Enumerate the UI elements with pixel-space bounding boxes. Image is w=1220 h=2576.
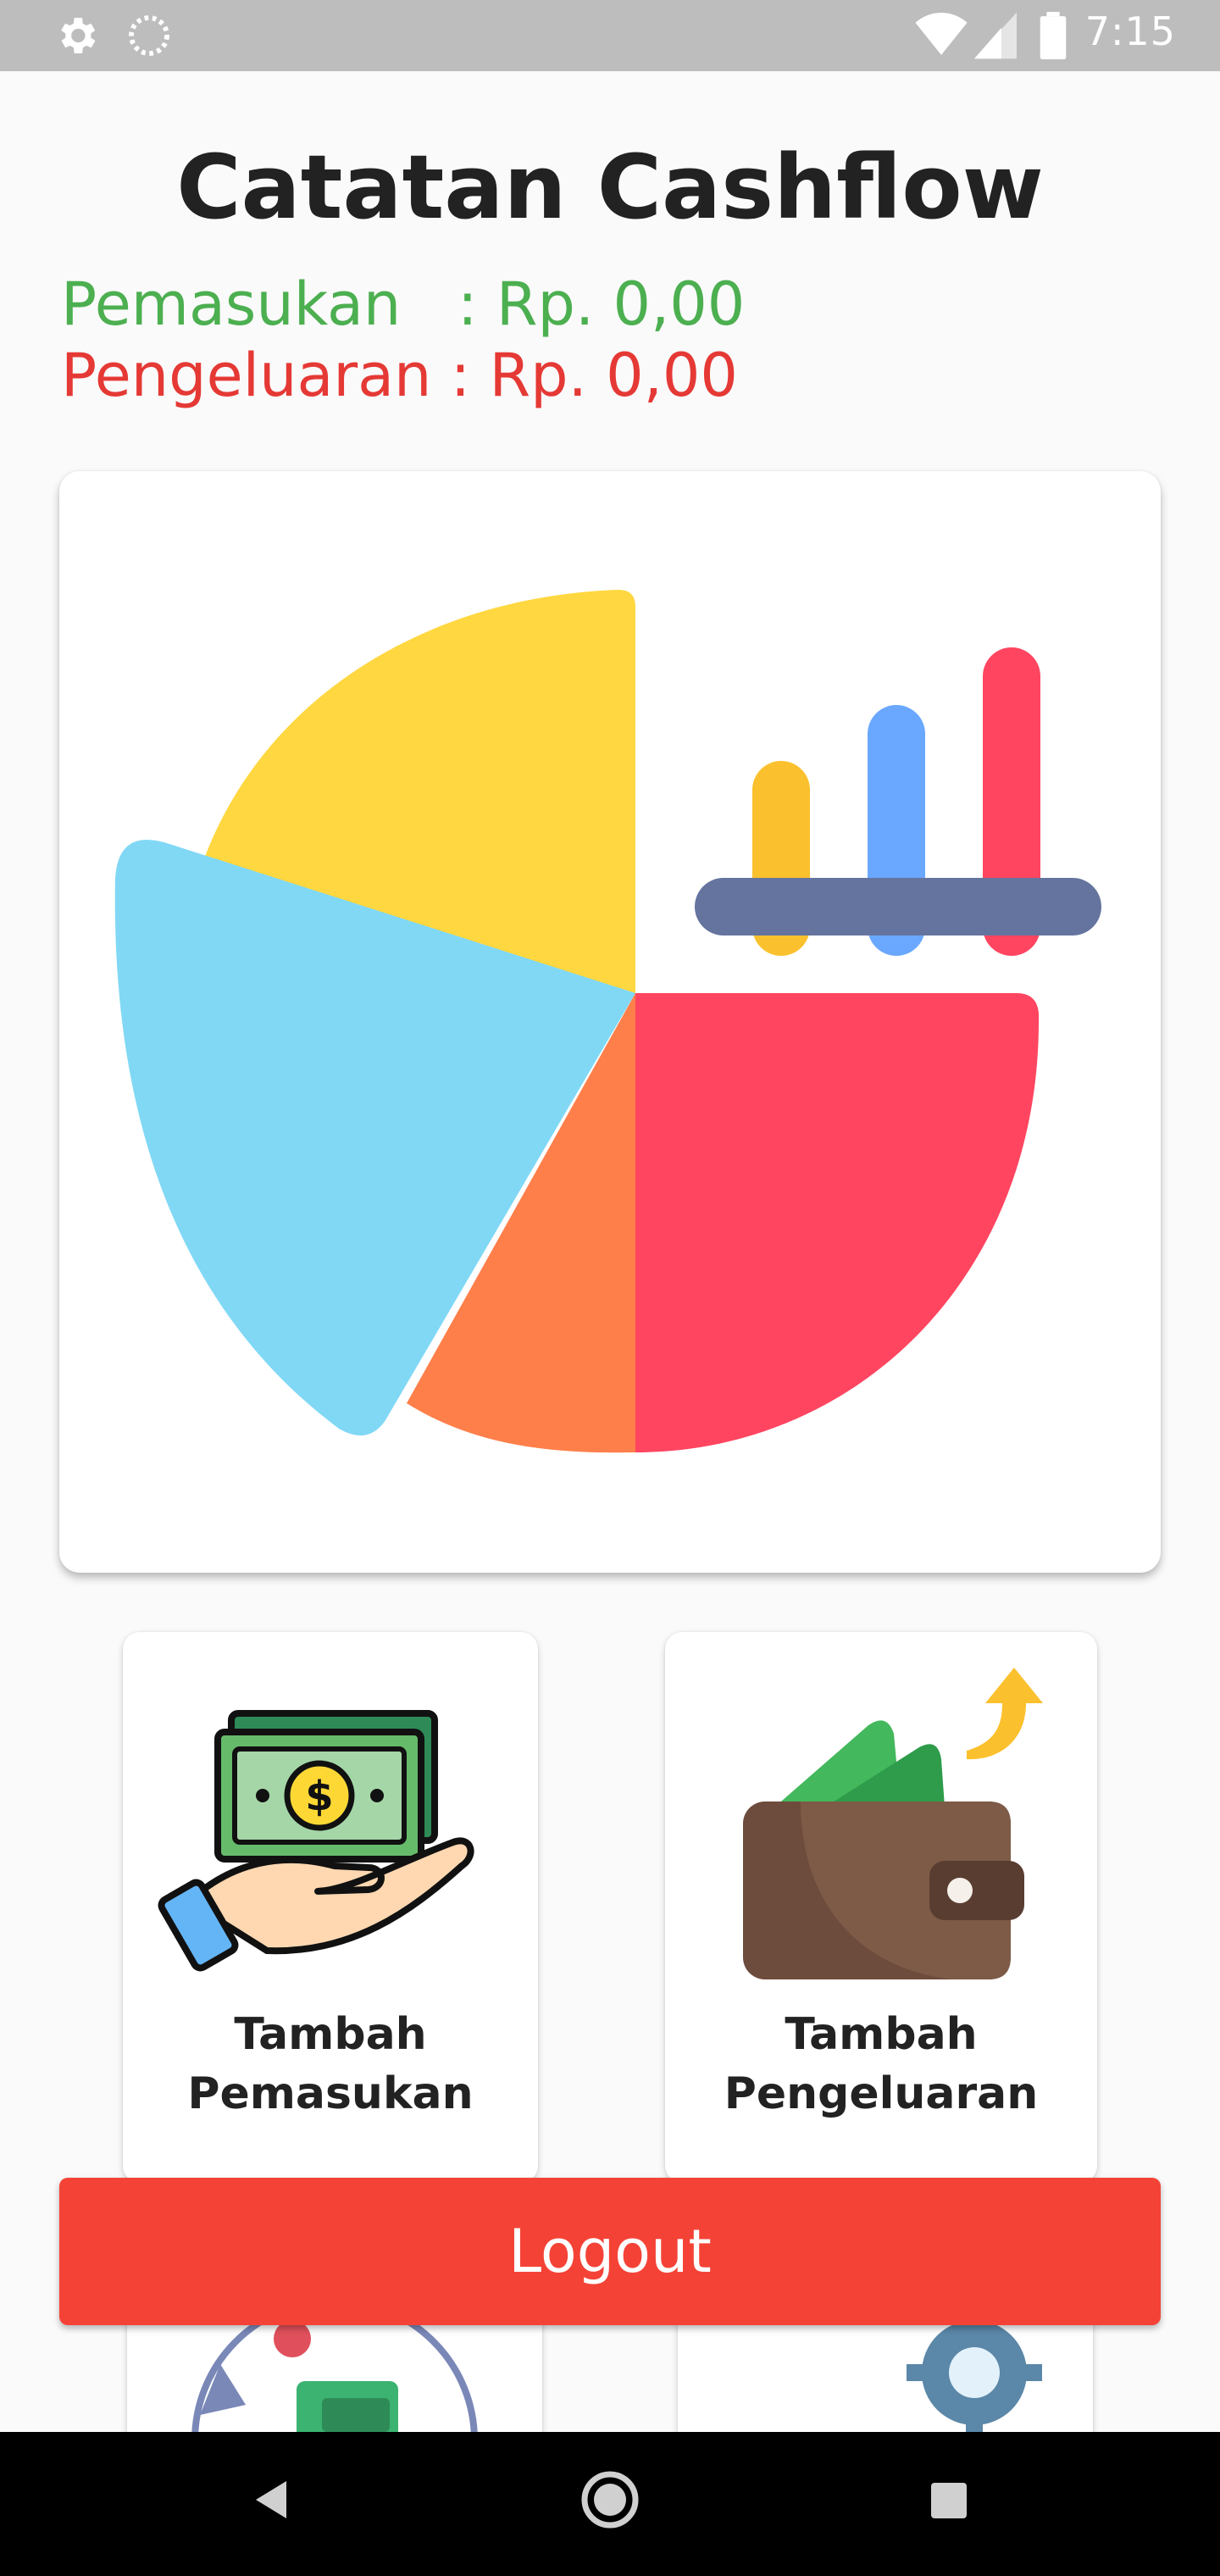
expense-summary: Pengeluaran : Rp. 0,00 xyxy=(61,341,738,410)
clock-time: 7:15 xyxy=(1084,8,1176,54)
pie-slice-red xyxy=(635,993,1040,1452)
settings-icon xyxy=(53,12,100,63)
hero-illustration-card xyxy=(59,471,1161,1573)
income-value: : Rp. 0,00 xyxy=(458,269,746,339)
money-hand-icon: $ xyxy=(158,1710,474,1972)
add-income-card[interactable]: $ Tambah Pemasukan xyxy=(123,1632,538,2183)
home-icon[interactable] xyxy=(576,2466,644,2537)
add-income-label-line1: Tambah xyxy=(234,2009,427,2060)
add-expense-label-line2: Pengeluaran xyxy=(724,2068,1039,2119)
income-label: Pemasukan xyxy=(61,269,458,339)
pie-chart-illustration xyxy=(114,590,1101,1453)
svg-text:$: $ xyxy=(305,1773,333,1820)
loading-icon xyxy=(125,12,173,63)
page-title: Catatan Cashflow xyxy=(176,136,1044,239)
signal-icon xyxy=(974,12,1017,63)
logout-button[interactable]: Logout xyxy=(59,2178,1161,2325)
add-income-label-line2: Pemasukan xyxy=(187,2068,474,2119)
recents-icon[interactable] xyxy=(923,2466,974,2537)
back-icon[interactable] xyxy=(246,2466,297,2537)
expense-value: : Rp. 0,00 xyxy=(450,341,738,410)
add-expense-label-line1: Tambah xyxy=(785,2009,978,2060)
income-summary: Pemasukan : Rp. 0,00 xyxy=(61,269,745,339)
wallet-icon xyxy=(743,1668,1043,1979)
status-bar: 7:15 xyxy=(0,0,1220,71)
navigation-bar xyxy=(0,2432,1220,2576)
expense-label: Pengeluaran xyxy=(61,341,451,410)
bar-base xyxy=(695,878,1101,935)
add-expense-card[interactable]: Tambah Pengeluaran xyxy=(665,1632,1097,2183)
wifi-icon xyxy=(915,12,968,63)
battery-icon xyxy=(1039,12,1068,63)
